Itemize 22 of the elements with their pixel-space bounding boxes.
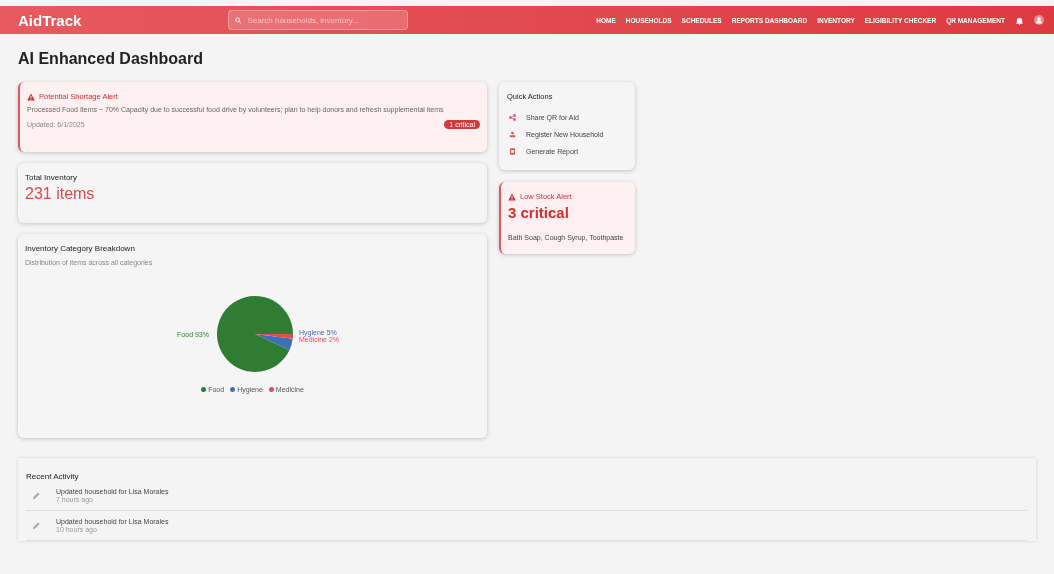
bell-icon[interactable] <box>1015 15 1024 25</box>
legend-dot <box>230 387 236 392</box>
search-icon <box>235 16 242 24</box>
document-icon <box>509 148 516 155</box>
warning-icon <box>508 192 516 201</box>
account-icon[interactable] <box>1034 15 1044 25</box>
inventory-total: 231 items <box>25 185 96 203</box>
pencil-icon <box>32 521 40 530</box>
search-input[interactable]: Search households, inventory... <box>245 14 401 26</box>
search-field[interactable]: Search households, inventory... <box>228 10 408 30</box>
people-icon <box>509 131 516 138</box>
share-icon <box>509 114 516 121</box>
card-label: Total Inventory <box>25 173 79 182</box>
legend-dot <box>268 387 274 392</box>
panel-title: Recent Activity <box>26 472 80 481</box>
chart-title: Inventory Category Breakdown <box>25 244 136 253</box>
critical-count: 3 critical <box>508 204 570 221</box>
brand-logo[interactable]: AidTrack <box>18 11 218 29</box>
warning-icon <box>27 92 35 101</box>
legend-dot <box>201 387 207 392</box>
pencil-icon <box>32 491 40 500</box>
page-title: AI Enhanced Dashboard <box>18 50 204 68</box>
